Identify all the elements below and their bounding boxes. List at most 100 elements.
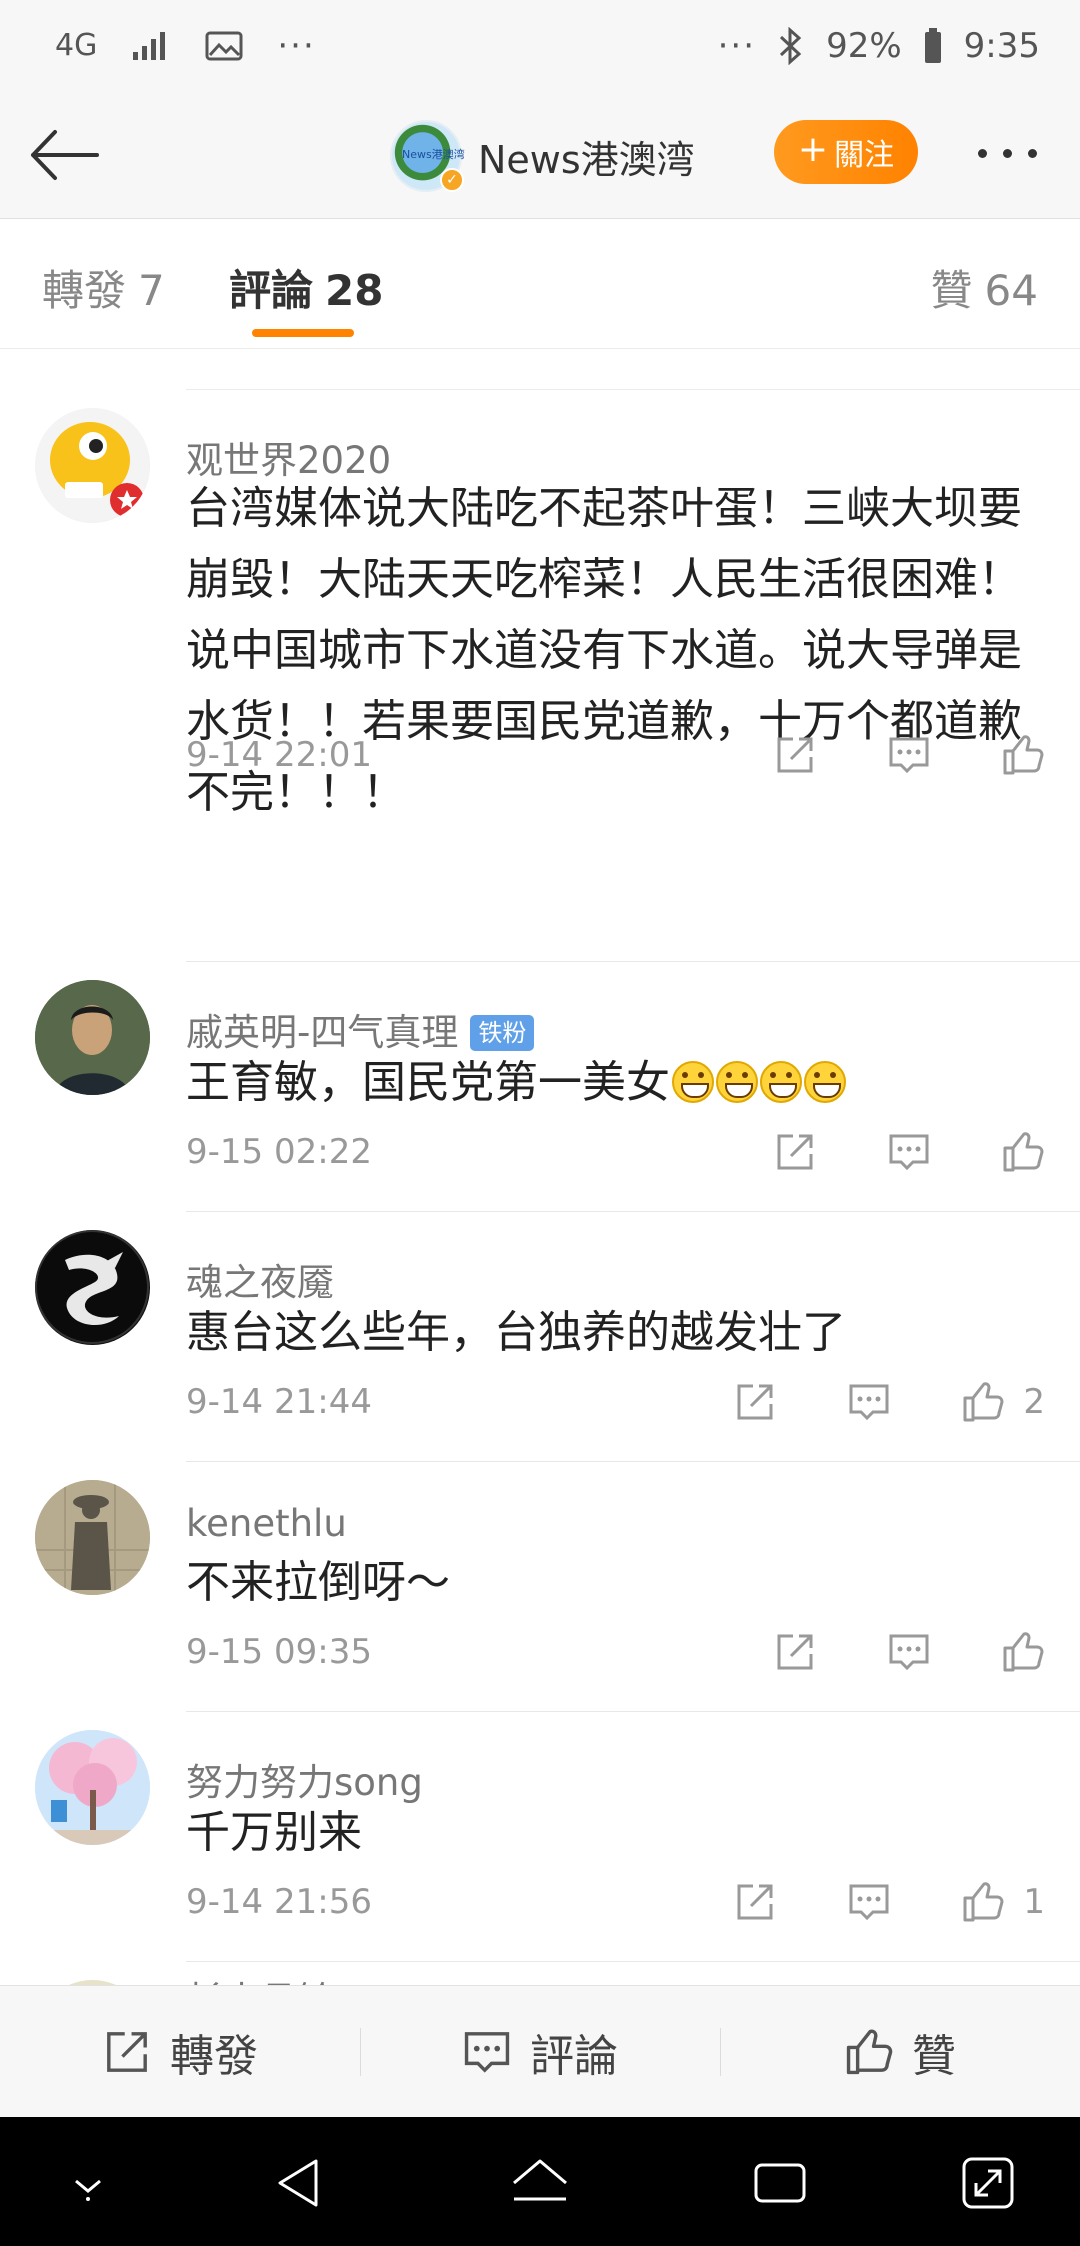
avatar[interactable]	[35, 1730, 150, 1845]
system-navigation-bar	[0, 2117, 1080, 2246]
back-arrow-icon	[31, 130, 99, 180]
more-dot-icon	[1028, 148, 1037, 158]
person-photo-icon	[35, 980, 150, 1095]
top-nav-bar: News港澳湾 ✓ News港澳湾 + 關注	[0, 92, 1080, 219]
tab-comments[interactable]: 評論 28	[229, 257, 383, 318]
verified-badge-icon: ✓	[440, 168, 464, 192]
bottom-comment-label: 評論	[530, 2030, 618, 2082]
tab-likes-label: 贊	[930, 266, 973, 315]
comment-item: 杉水县铃	[0, 1962, 1080, 1985]
system-expand-button[interactable]	[958, 2153, 1018, 2213]
chevron-down-icon	[75, 2179, 101, 2201]
avatar[interactable]	[35, 408, 150, 523]
clock: 9:35	[963, 26, 1040, 66]
reply-button[interactable]	[887, 733, 931, 777]
comment-list[interactable]: 观世界2020 台湾媒体说大陆吃不起茶叶蛋！三峡大坝要崩毁！大陆天天吃榨菜！人民…	[0, 350, 1080, 1985]
repost-button[interactable]	[773, 733, 817, 777]
reply-button[interactable]	[887, 1630, 931, 1674]
home-icon	[513, 2159, 567, 2201]
battery-percent: 92%	[826, 26, 902, 66]
comment-icon	[889, 737, 929, 774]
like-button[interactable]	[1001, 1130, 1045, 1174]
comment-text: 王育敏，国民党第一美女	[186, 1047, 1046, 1118]
thumbs-up-icon	[963, 1382, 1004, 1422]
like-count: 1	[1023, 1882, 1045, 1922]
comment-icon	[889, 1134, 929, 1171]
follow-button[interactable]: + 關注	[774, 120, 918, 184]
comment-time: 9-14 21:44	[186, 1382, 372, 1422]
reply-button[interactable]	[847, 1880, 891, 1924]
back-button[interactable]	[25, 120, 105, 190]
recents-icon	[754, 2163, 806, 2203]
comment-actions: 2	[663, 1377, 1045, 1427]
tab-repost[interactable]: 轉發 7	[42, 257, 165, 318]
like-button[interactable]	[1001, 1630, 1045, 1674]
repost-button[interactable]	[733, 1880, 777, 1924]
comment-icon	[889, 1634, 929, 1671]
grin-emoji-icon	[672, 1061, 714, 1103]
grin-emoji-icon	[760, 1061, 802, 1103]
comment-item: kenethlu 不来拉倒呀～ 9-15 09:35	[0, 1462, 1080, 1712]
like-button[interactable]	[961, 1880, 1005, 1924]
triangle-back-icon	[278, 2159, 318, 2207]
comment-author[interactable]: kenethlu	[186, 1502, 347, 1545]
account-avatar-text: News港澳湾	[402, 148, 465, 161]
reply-button[interactable]	[847, 1380, 891, 1424]
more-options-button[interactable]	[978, 138, 1048, 168]
comment-icon	[849, 1384, 889, 1421]
status-right: ··· 92% 9:35	[718, 26, 1040, 66]
comment-item: 观世界2020 台湾媒体说大陆吃不起茶叶蛋！三峡大坝要崩毁！大陆天天吃榨菜！人民…	[0, 390, 1080, 962]
avatar[interactable]	[35, 1480, 150, 1595]
bluetooth-icon	[780, 27, 802, 65]
thumbs-up-icon	[846, 2029, 893, 2074]
share-icon	[737, 1384, 773, 1420]
tab-likes-count: 64	[984, 266, 1038, 315]
like-count: 2	[1023, 1382, 1045, 1422]
share-icon	[777, 737, 813, 773]
account-header[interactable]: News港澳湾 ✓ News港澳湾	[390, 116, 695, 196]
bottom-repost-button[interactable]: 轉發	[0, 1986, 360, 2117]
system-back-button[interactable]	[270, 2153, 330, 2213]
plus-icon: +	[797, 129, 829, 170]
dragon-avatar-icon	[35, 1230, 149, 1344]
repost-button[interactable]	[773, 1130, 817, 1174]
comment-item: 戚英明-四气真理 铁粉 王育敏，国民党第一美女 9-15 02:22	[0, 962, 1080, 1212]
avatar[interactable]	[35, 1230, 150, 1345]
reply-button[interactable]	[887, 1130, 931, 1174]
follow-label: 關注	[834, 138, 895, 173]
status-left: 4G ···	[55, 26, 316, 66]
comment-text: 不来拉倒呀～	[186, 1557, 450, 1608]
repost-button[interactable]	[773, 1630, 817, 1674]
share-icon	[777, 1634, 813, 1670]
grin-emoji-icon	[804, 1061, 846, 1103]
bottom-action-bar: 轉發 評論 贊	[0, 1985, 1080, 2117]
hide-keyboard-button[interactable]	[58, 2153, 118, 2213]
repost-button[interactable]	[733, 1380, 777, 1424]
network-type: 4G	[55, 28, 98, 63]
comment-actions	[703, 730, 1045, 780]
like-button[interactable]	[961, 1380, 1005, 1424]
comment-author[interactable]: 杉水县铃	[186, 1970, 334, 1985]
thumbs-up-icon	[963, 1882, 1004, 1922]
system-home-button[interactable]	[510, 2153, 570, 2213]
system-recents-button[interactable]	[750, 2153, 810, 2213]
fan-badge: 铁粉	[470, 1015, 535, 1051]
comment-time: 9-14 22:01	[186, 735, 372, 775]
bottom-repost-label: 轉發	[170, 2030, 258, 2082]
account-avatar[interactable]: News港澳湾 ✓	[390, 120, 465, 192]
comment-text: 惠台这么些年，台独养的越发壮了	[186, 1307, 846, 1358]
comment-actions	[703, 1627, 1045, 1677]
comment-text: 千万别来	[186, 1807, 362, 1858]
share-icon	[737, 1884, 773, 1920]
avatar[interactable]	[35, 980, 150, 1095]
comment-item: 魂之夜魇 惠台这么些年，台独养的越发壮了 9-14 21:44 2	[0, 1212, 1080, 1462]
bottom-like-button[interactable]: 贊	[720, 1986, 1080, 2117]
tab-likes[interactable]: 贊 64	[931, 257, 1038, 318]
like-button[interactable]	[1001, 733, 1045, 777]
comment-icon	[464, 2031, 510, 2073]
more-dot-icon	[1003, 148, 1012, 158]
thumbs-up-icon	[1003, 1132, 1044, 1172]
bottom-comment-button[interactable]: 評論	[360, 1986, 720, 2117]
comment-time: 9-14 21:56	[186, 1882, 372, 1922]
account-name: News港澳湾	[478, 137, 695, 182]
